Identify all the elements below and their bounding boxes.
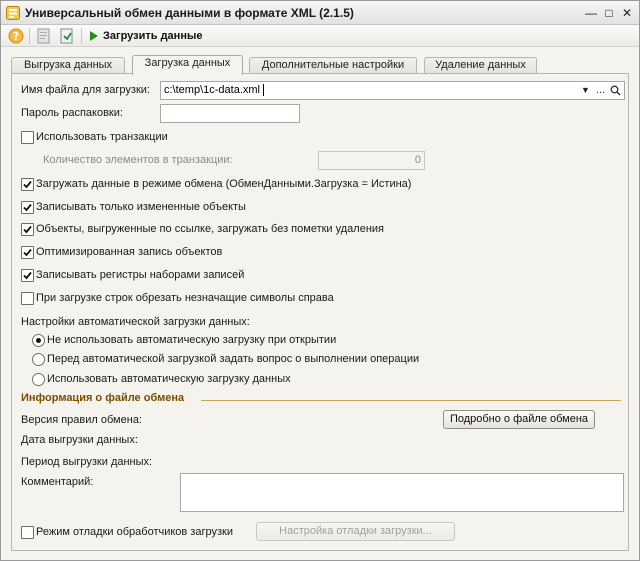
file-name-field[interactable]: c:\temp\1c-data.xml [160, 81, 625, 100]
auto-load-radio-label: Использовать автоматическую загрузку дан… [47, 373, 291, 385]
minimize-icon[interactable]: — [583, 5, 599, 21]
use-transactions-checkbox[interactable] [21, 131, 34, 144]
option-label: Загружать данные в режиме обмена (ОбменД… [36, 178, 412, 190]
file-details-button[interactable]: Подробно о файле обмена [443, 410, 595, 429]
file-name-label: Имя файла для загрузки: [21, 84, 150, 96]
section-title-file-info: Информация о файле обмена [21, 392, 185, 404]
tab-additional-settings[interactable]: Дополнительные настройки [249, 57, 417, 74]
app-window: Универсальный обмен данными в формате XM… [0, 0, 640, 561]
help-button[interactable]: ? [7, 27, 25, 45]
auto-load-label: Настройки автоматической загрузки данных… [21, 316, 250, 328]
option-label: При загрузке строк обрезать незначащие с… [36, 292, 334, 304]
window-title: Универсальный обмен данными в формате XM… [25, 6, 354, 20]
option-checkbox[interactable] [21, 269, 34, 282]
tab-delete-data[interactable]: Удаление данных [424, 57, 537, 74]
load-data-button[interactable]: Загрузить данные [89, 27, 202, 45]
checkmark-icon [23, 271, 32, 280]
password-label: Пароль распаковки: [21, 107, 123, 119]
auto-load-radio-label: Перед автоматической загрузкой задать во… [47, 353, 420, 365]
auto-load-radio-label: Не использовать автоматическую загрузку … [47, 334, 337, 346]
option-checkbox[interactable] [21, 201, 34, 214]
toolbar: ? Загрузить данные [1, 25, 639, 47]
play-icon [90, 31, 98, 41]
checkmark-icon [23, 248, 32, 257]
document-save-icon [37, 28, 50, 44]
load-data-label: Загрузить данные [103, 30, 203, 42]
help-icon: ? [8, 28, 24, 44]
file-name-value: c:\temp\1c-data.xml [164, 84, 260, 96]
option-label: Записывать регистры наборами записей [36, 269, 245, 281]
svg-text:?: ? [13, 30, 19, 43]
document-open-icon [60, 28, 73, 44]
export-period-label: Период выгрузки данных: [21, 456, 153, 468]
tx-count-label: Количество элементов в транзакции: [43, 154, 233, 166]
save-settings-button[interactable] [35, 27, 53, 45]
use-transactions-label: Использовать транзакции [36, 131, 168, 143]
tab-import[interactable]: Загрузка данных [132, 55, 243, 75]
file-search-button[interactable] [608, 82, 623, 99]
file-browse-button[interactable]: ... [593, 82, 608, 99]
checkmark-icon [23, 225, 32, 234]
auto-load-radio[interactable] [32, 334, 45, 347]
tab-export[interactable]: Выгрузка данных [11, 57, 125, 74]
auto-load-radio[interactable] [32, 373, 45, 386]
auto-load-radio[interactable] [32, 353, 45, 366]
section-divider [201, 400, 621, 401]
option-checkbox[interactable] [21, 246, 34, 259]
export-date-label: Дата выгрузки данных: [21, 434, 138, 446]
debug-mode-checkbox[interactable] [21, 526, 34, 539]
file-dropdown-icon[interactable]: ▼ [578, 82, 593, 99]
debug-settings-button: Настройка отладки загрузки... [256, 522, 455, 541]
tx-count-field: 0 [318, 151, 425, 170]
rules-version-label: Версия правил обмена: [21, 414, 142, 426]
option-checkbox[interactable] [21, 223, 34, 236]
option-checkbox[interactable] [21, 178, 34, 191]
option-label: Объекты, выгруженные по ссылке, загружат… [36, 223, 385, 235]
maximize-icon[interactable]: □ [601, 5, 617, 21]
checkmark-icon [23, 180, 32, 189]
search-icon [610, 85, 621, 96]
app-icon [6, 6, 20, 20]
password-field[interactable] [160, 104, 300, 123]
option-label: Оптимизированная запись объектов [36, 246, 223, 258]
comment-field[interactable] [180, 473, 624, 512]
close-icon[interactable]: ✕ [619, 5, 635, 21]
option-label: Записывать только измененные объекты [36, 201, 246, 213]
comment-label: Комментарий: [21, 476, 94, 488]
option-checkbox[interactable] [21, 292, 34, 305]
debug-mode-label: Режим отладки обработчиков загрузки [36, 526, 233, 538]
restore-settings-button[interactable] [58, 27, 76, 45]
checkmark-icon [23, 203, 32, 212]
title-bar: Универсальный обмен данными в формате XM… [1, 1, 639, 25]
